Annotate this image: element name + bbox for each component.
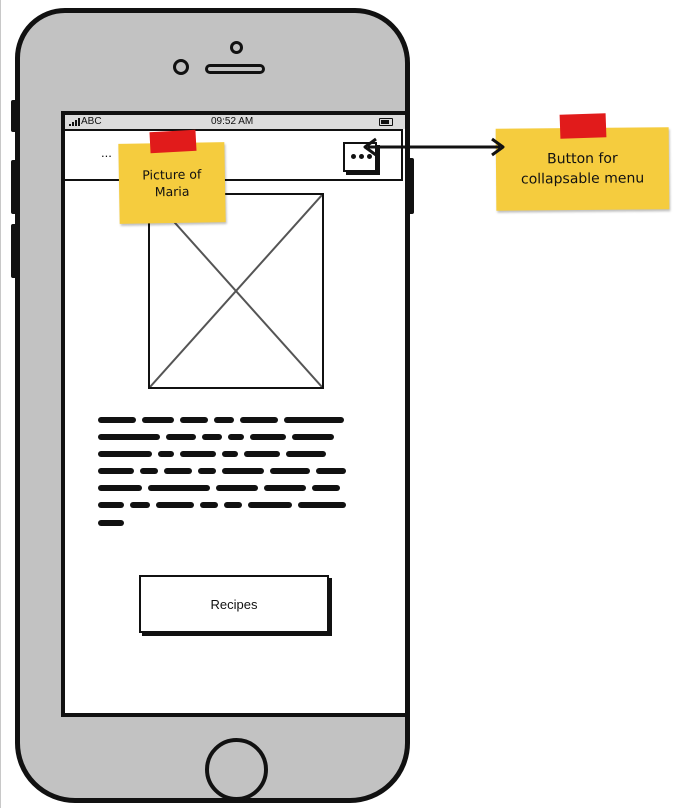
image-placeholder-icon — [150, 195, 322, 387]
double-arrow-icon — [363, 137, 505, 157]
status-bar: ABC 09:52 AM — [65, 115, 405, 129]
body-text-placeholder — [98, 411, 368, 526]
phone-frame: ABC 09:52 AM ... Recipes — [15, 8, 410, 803]
power-button — [408, 158, 414, 214]
nav-bar: ... — [65, 129, 403, 181]
tape-icon — [559, 113, 607, 139]
volume-up-button — [11, 160, 17, 214]
home-button[interactable] — [205, 738, 268, 801]
clock: 09:52 AM — [211, 116, 254, 127]
signal-icon — [69, 118, 80, 126]
sticky-note-annotation-text: Button for collapsable menu — [520, 150, 645, 188]
phone-screen: ABC 09:52 AM ... Recipes — [61, 111, 409, 717]
battery-icon — [379, 118, 393, 126]
mute-switch — [11, 100, 17, 132]
canvas-edge — [0, 0, 1, 808]
sensor-icon — [230, 41, 243, 54]
volume-down-button — [11, 224, 17, 278]
tape-icon — [149, 129, 197, 154]
speaker-icon — [205, 64, 265, 74]
sticky-note-picture: Picture of Maria — [118, 142, 226, 224]
sticky-note-annotation: Button for collapsable menu — [495, 127, 670, 211]
nav-title: ... — [101, 145, 112, 160]
sticky-note-picture-text: Picture of Maria — [142, 166, 202, 200]
recipes-button[interactable]: Recipes — [139, 575, 329, 633]
carrier-label: ABC — [81, 116, 102, 127]
camera-icon — [173, 59, 189, 75]
